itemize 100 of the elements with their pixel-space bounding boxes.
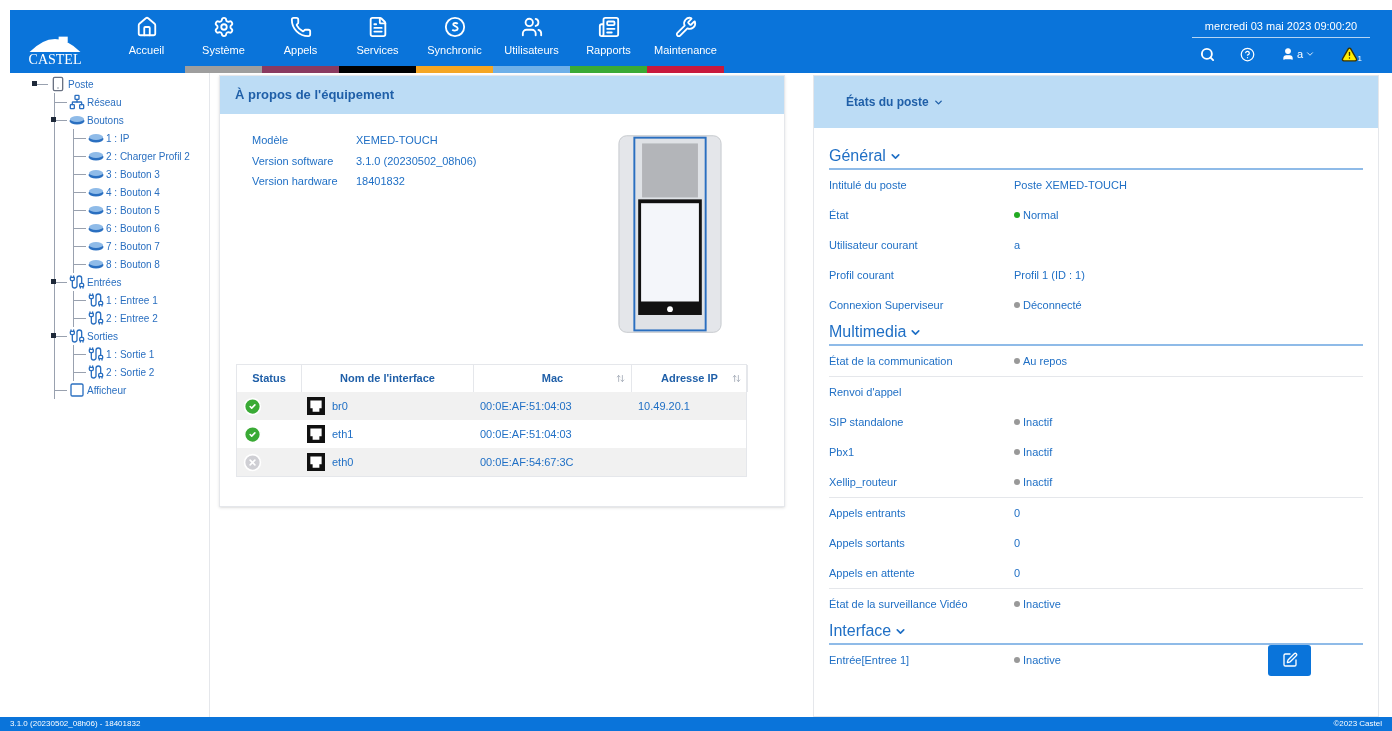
screen-icon bbox=[69, 382, 85, 398]
push-button-icon bbox=[88, 151, 104, 161]
section-heading[interactable]: Multimedia bbox=[829, 320, 1363, 346]
info-value: 18401832 bbox=[356, 174, 406, 189]
panel-title-dropdown[interactable]: États du poste bbox=[846, 93, 944, 111]
s-circle-icon bbox=[443, 16, 466, 38]
state-label: État de la communication bbox=[829, 353, 954, 369]
state-value: Inactif bbox=[1023, 444, 1053, 460]
help-icon[interactable] bbox=[1240, 46, 1256, 62]
footer-copyright: ©2023 Castel bbox=[1333, 718, 1382, 730]
tree-item[interactable]: Entrées bbox=[87, 274, 122, 290]
search-icon[interactable] bbox=[1200, 46, 1215, 62]
tree-item[interactable]: 2 : Charger Profil 2 bbox=[106, 148, 190, 164]
caret-icon bbox=[1305, 49, 1316, 59]
sort-icon[interactable] bbox=[616, 374, 625, 383]
info-label: Version software bbox=[252, 153, 335, 169]
collapse-toggle[interactable] bbox=[51, 279, 56, 284]
push-button-icon bbox=[88, 205, 104, 215]
nav-item[interactable]: Appels bbox=[262, 10, 339, 66]
push-button-icon bbox=[88, 223, 104, 233]
house-icon bbox=[135, 16, 158, 38]
tree-item[interactable]: 4 : Bouton 4 bbox=[106, 184, 160, 200]
list-icon bbox=[597, 16, 620, 38]
info-value: XEMED-TOUCH bbox=[356, 133, 439, 148]
tree-item[interactable]: 8 : Bouton 8 bbox=[106, 256, 160, 272]
push-button-icon bbox=[88, 133, 104, 143]
push-button-icon bbox=[69, 115, 85, 125]
users-icon bbox=[520, 16, 543, 38]
collapse-toggle[interactable] bbox=[32, 81, 37, 86]
edit-icon bbox=[1281, 652, 1298, 668]
tree-item[interactable]: 6 : Bouton 6 bbox=[106, 220, 160, 236]
tree-item[interactable]: 1 : IP bbox=[106, 130, 130, 146]
tree-item[interactable]: 5 : Bouton 5 bbox=[106, 202, 160, 218]
tree-item[interactable]: Sorties bbox=[87, 328, 119, 344]
tree-item[interactable]: 2 : Entree 2 bbox=[106, 310, 158, 326]
user-icon bbox=[1280, 47, 1295, 61]
tree-item[interactable]: Boutons bbox=[87, 112, 124, 128]
tree-item[interactable]: Afficheur bbox=[87, 382, 127, 398]
table-cell-text: eth0 bbox=[332, 454, 354, 470]
user-menu[interactable]: a bbox=[1280, 45, 1316, 63]
info-value: 3.1.0 (20230502_08h06) bbox=[356, 153, 478, 169]
push-button-icon bbox=[88, 259, 104, 269]
info-label: Version hardware bbox=[252, 174, 339, 189]
state-value: Au repos bbox=[1023, 353, 1068, 369]
state-label: Appels entrants bbox=[829, 505, 907, 521]
state-label: Intitulé du poste bbox=[829, 177, 908, 193]
tree-item[interactable]: 1 : Entree 1 bbox=[106, 292, 158, 308]
state-label: Renvoi d'appel bbox=[829, 384, 903, 400]
state-value: Déconnecté bbox=[1023, 297, 1082, 313]
nav-item[interactable]: Services bbox=[339, 10, 416, 66]
section-heading[interactable]: Général bbox=[829, 144, 1363, 170]
nav-item[interactable]: Rapports bbox=[570, 10, 647, 66]
collapse-toggle[interactable] bbox=[51, 333, 56, 338]
table-cell-text: 00:0E:AF:51:04:03 bbox=[479, 426, 573, 442]
footer-version: 3.1.0 (20230502_08h06) - 18401832 bbox=[10, 718, 141, 730]
state-value: Profil 1 (ID : 1) bbox=[1014, 267, 1085, 283]
state-label: Connexion Superviseur bbox=[829, 297, 945, 313]
tree-item[interactable]: 7 : Bouton 7 bbox=[106, 238, 160, 254]
tree-item[interactable]: 3 : Bouton 3 bbox=[106, 166, 160, 182]
state-value: Normal bbox=[1023, 207, 1059, 223]
state-label: Xellip_routeur bbox=[829, 474, 898, 490]
tree-item[interactable]: 1 : Sortie 1 bbox=[106, 346, 155, 362]
tools-icon bbox=[674, 16, 697, 38]
state-value: 0 bbox=[1014, 565, 1021, 581]
datetime: mercredi 03 mai 2023 09:00:20 bbox=[1192, 18, 1370, 38]
table-cell-text: 10.49.20.1 bbox=[637, 398, 691, 414]
table-cell-text: 00:0E:AF:54:67:3C bbox=[479, 454, 575, 470]
tree-item[interactable]: 2 : Sortie 2 bbox=[106, 364, 155, 380]
ethernet-port-icon bbox=[307, 397, 325, 415]
collapse-toggle[interactable] bbox=[51, 117, 56, 122]
sort-icon[interactable] bbox=[732, 374, 741, 383]
panel-title: À propos de l'équipement bbox=[235, 86, 395, 105]
logo[interactable]: CASTEL bbox=[10, 10, 100, 73]
state-label: SIP standalone bbox=[829, 414, 905, 430]
nav-item[interactable]: Système bbox=[185, 10, 262, 66]
state-value: Inactive bbox=[1023, 596, 1061, 612]
nav-item[interactable]: Accueil bbox=[108, 10, 185, 66]
tree-item[interactable]: Poste bbox=[68, 76, 94, 92]
ethernet-port-icon bbox=[307, 425, 325, 443]
nav-item[interactable]: Synchronic bbox=[416, 10, 493, 66]
push-button-icon bbox=[88, 241, 104, 251]
nav-item[interactable]: Utilisateurs bbox=[493, 10, 570, 66]
state-value: 0 bbox=[1014, 505, 1021, 521]
info-label: Modèle bbox=[252, 133, 290, 148]
table-cell-text: br0 bbox=[332, 398, 348, 414]
state-label: Appels sortants bbox=[829, 535, 906, 551]
phone-device-icon bbox=[50, 76, 66, 92]
edit-button[interactable] bbox=[1268, 644, 1311, 676]
warning-icon[interactable] bbox=[1340, 45, 1358, 63]
state-value: 0 bbox=[1014, 535, 1021, 551]
nav-item[interactable]: Maintenance bbox=[647, 10, 724, 66]
push-button-icon bbox=[88, 187, 104, 197]
section-heading[interactable]: Interface bbox=[829, 619, 1363, 645]
table-cell-text: eth1 bbox=[332, 426, 354, 442]
state-value: a bbox=[1014, 237, 1021, 253]
alert-count: 1 bbox=[1357, 54, 1362, 63]
phone-icon bbox=[289, 16, 312, 38]
push-button-icon bbox=[88, 169, 104, 179]
tree-item[interactable]: Réseau bbox=[87, 94, 122, 110]
state-label: Entrée[Entree 1] bbox=[829, 652, 911, 668]
